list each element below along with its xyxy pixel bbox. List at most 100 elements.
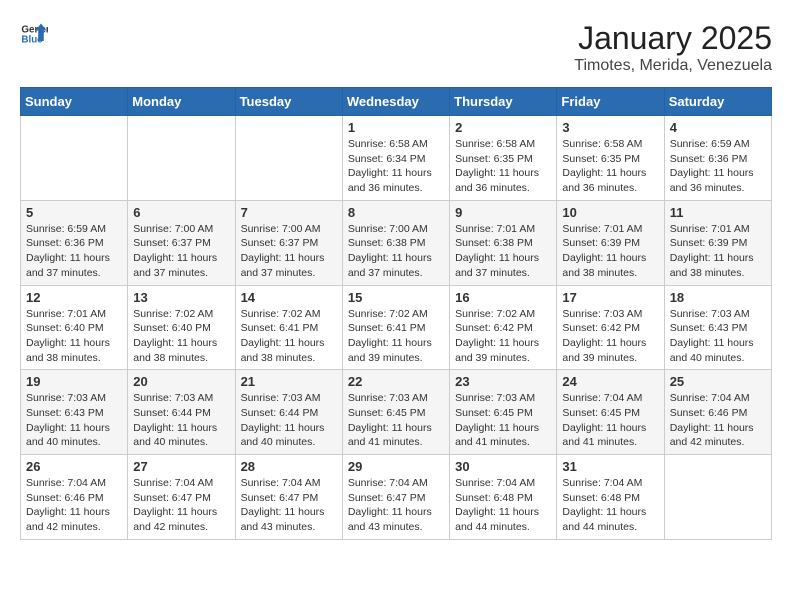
calendar-week-row: 19 Sunrise: 7:03 AMSunset: 6:43 PMDayligh… xyxy=(21,370,772,455)
day-info: Sunrise: 7:04 AMSunset: 6:48 PMDaylight:… xyxy=(562,476,658,535)
calendar-cell xyxy=(235,116,342,201)
day-info: Sunrise: 7:04 AMSunset: 6:46 PMDaylight:… xyxy=(26,476,122,535)
calendar-cell: 16Sunrise: 7:02 AMSunset: 6:42 PMDayligh… xyxy=(450,285,557,370)
day-info: Sunrise: 7:02 AMSunset: 6:41 PMDaylight:… xyxy=(241,307,337,366)
calendar-week-row: 26 Sunrise: 7:04 AMSunset: 6:46 PMDayligh… xyxy=(21,455,772,540)
day-info: Sunrise: 7:04 AMSunset: 6:48 PMDaylight:… xyxy=(455,476,551,535)
weekday-header: Saturday xyxy=(664,88,771,116)
day-number: 4 xyxy=(670,120,766,135)
day-info: Sunrise: 7:02 AMSunset: 6:42 PMDaylight:… xyxy=(455,307,551,366)
calendar-cell: 10 Sunrise: 7:01 AMSunset: 6:39 PMDayligh… xyxy=(557,200,664,285)
day-number: 19 xyxy=(26,374,122,389)
day-info: Sunrise: 7:03 AMSunset: 6:43 PMDaylight:… xyxy=(670,307,766,366)
calendar-cell: 27Sunrise: 7:04 AMSunset: 6:47 PMDayligh… xyxy=(128,455,235,540)
day-number: 1 xyxy=(348,120,444,135)
calendar-week-row: 5 Sunrise: 6:59 AMSunset: 6:36 PMDaylight… xyxy=(21,200,772,285)
calendar-cell: 20 Sunrise: 7:03 AMSunset: 6:44 PMDayligh… xyxy=(128,370,235,455)
calendar-cell: 13Sunrise: 7:02 AMSunset: 6:40 PMDayligh… xyxy=(128,285,235,370)
day-number: 11 xyxy=(670,205,766,220)
day-info: Sunrise: 7:04 AMSunset: 6:46 PMDaylight:… xyxy=(670,391,766,450)
day-info: Sunrise: 6:59 AMSunset: 6:36 PMDaylight:… xyxy=(26,222,122,281)
calendar-cell xyxy=(21,116,128,201)
day-number: 14 xyxy=(241,290,337,305)
calendar-cell: 6 Sunrise: 7:00 AMSunset: 6:37 PMDaylight… xyxy=(128,200,235,285)
day-info: Sunrise: 7:01 AMSunset: 6:39 PMDaylight:… xyxy=(670,222,766,281)
day-number: 29 xyxy=(348,459,444,474)
calendar-cell: 2 Sunrise: 6:58 AMSunset: 6:35 PMDaylight… xyxy=(450,116,557,201)
calendar-table: SundayMondayTuesdayWednesdayThursdayFrid… xyxy=(20,87,772,540)
calendar-cell: 31Sunrise: 7:04 AMSunset: 6:48 PMDayligh… xyxy=(557,455,664,540)
day-number: 15 xyxy=(348,290,444,305)
calendar-cell: 23 Sunrise: 7:03 AMSunset: 6:45 PMDayligh… xyxy=(450,370,557,455)
calendar-week-row: 1Sunrise: 6:58 AMSunset: 6:34 PMDaylight… xyxy=(21,116,772,201)
day-info: Sunrise: 7:04 AMSunset: 6:47 PMDaylight:… xyxy=(348,476,444,535)
day-number: 26 xyxy=(26,459,122,474)
calendar-cell: 12Sunrise: 7:01 AMSunset: 6:40 PMDayligh… xyxy=(21,285,128,370)
page-header: General Blue January 2025 Timotes, Merid… xyxy=(20,20,772,75)
day-info: Sunrise: 7:01 AMSunset: 6:39 PMDaylight:… xyxy=(562,222,658,281)
day-number: 30 xyxy=(455,459,551,474)
day-number: 27 xyxy=(133,459,229,474)
day-info: Sunrise: 6:58 AMSunset: 6:35 PMDaylight:… xyxy=(562,137,658,196)
day-info: Sunrise: 7:03 AMSunset: 6:45 PMDaylight:… xyxy=(455,391,551,450)
day-number: 6 xyxy=(133,205,229,220)
calendar-cell: 17 Sunrise: 7:03 AMSunset: 6:42 PMDayligh… xyxy=(557,285,664,370)
day-info: Sunrise: 7:01 AMSunset: 6:38 PMDaylight:… xyxy=(455,222,551,281)
calendar-header-row: SundayMondayTuesdayWednesdayThursdayFrid… xyxy=(21,88,772,116)
calendar-cell: 21 Sunrise: 7:03 AMSunset: 6:44 PMDayligh… xyxy=(235,370,342,455)
month-title: January 2025 xyxy=(574,20,772,57)
day-number: 17 xyxy=(562,290,658,305)
day-info: Sunrise: 7:03 AMSunset: 6:42 PMDaylight:… xyxy=(562,307,658,366)
calendar-cell: 22 Sunrise: 7:03 AMSunset: 6:45 PMDayligh… xyxy=(342,370,449,455)
day-info: Sunrise: 7:00 AMSunset: 6:37 PMDaylight:… xyxy=(133,222,229,281)
day-number: 21 xyxy=(241,374,337,389)
day-info: Sunrise: 7:03 AMSunset: 6:45 PMDaylight:… xyxy=(348,391,444,450)
calendar-cell: 29 Sunrise: 7:04 AMSunset: 6:47 PMDayligh… xyxy=(342,455,449,540)
calendar-cell: 4 Sunrise: 6:59 AMSunset: 6:36 PMDaylight… xyxy=(664,116,771,201)
calendar-cell: 7Sunrise: 7:00 AMSunset: 6:37 PMDaylight… xyxy=(235,200,342,285)
weekday-header: Thursday xyxy=(450,88,557,116)
day-number: 9 xyxy=(455,205,551,220)
day-number: 5 xyxy=(26,205,122,220)
calendar-cell: 24Sunrise: 7:04 AMSunset: 6:45 PMDayligh… xyxy=(557,370,664,455)
calendar-cell: 1Sunrise: 6:58 AMSunset: 6:34 PMDaylight… xyxy=(342,116,449,201)
day-number: 10 xyxy=(562,205,658,220)
day-info: Sunrise: 7:03 AMSunset: 6:44 PMDaylight:… xyxy=(133,391,229,450)
calendar-cell: 28 Sunrise: 7:04 AMSunset: 6:47 PMDayligh… xyxy=(235,455,342,540)
location-title: Timotes, Merida, Venezuela xyxy=(574,57,772,75)
day-info: Sunrise: 7:03 AMSunset: 6:44 PMDaylight:… xyxy=(241,391,337,450)
calendar-cell: 18 Sunrise: 7:03 AMSunset: 6:43 PMDayligh… xyxy=(664,285,771,370)
day-info: Sunrise: 6:59 AMSunset: 6:36 PMDaylight:… xyxy=(670,137,766,196)
day-number: 25 xyxy=(670,374,766,389)
day-number: 3 xyxy=(562,120,658,135)
calendar-cell xyxy=(664,455,771,540)
day-info: Sunrise: 6:58 AMSunset: 6:35 PMDaylight:… xyxy=(455,137,551,196)
day-number: 20 xyxy=(133,374,229,389)
day-info: Sunrise: 7:04 AMSunset: 6:45 PMDaylight:… xyxy=(562,391,658,450)
day-info: Sunrise: 7:04 AMSunset: 6:47 PMDaylight:… xyxy=(241,476,337,535)
calendar-cell: 8Sunrise: 7:00 AMSunset: 6:38 PMDaylight… xyxy=(342,200,449,285)
day-info: Sunrise: 7:02 AMSunset: 6:41 PMDaylight:… xyxy=(348,307,444,366)
day-info: Sunrise: 7:02 AMSunset: 6:40 PMDaylight:… xyxy=(133,307,229,366)
calendar-cell: 14 Sunrise: 7:02 AMSunset: 6:41 PMDayligh… xyxy=(235,285,342,370)
day-number: 28 xyxy=(241,459,337,474)
calendar-cell: 11 Sunrise: 7:01 AMSunset: 6:39 PMDayligh… xyxy=(664,200,771,285)
calendar-cell: 9 Sunrise: 7:01 AMSunset: 6:38 PMDaylight… xyxy=(450,200,557,285)
calendar-cell: 19 Sunrise: 7:03 AMSunset: 6:43 PMDayligh… xyxy=(21,370,128,455)
day-number: 22 xyxy=(348,374,444,389)
day-info: Sunrise: 7:03 AMSunset: 6:43 PMDaylight:… xyxy=(26,391,122,450)
day-number: 8 xyxy=(348,205,444,220)
logo: General Blue xyxy=(20,20,48,48)
logo-icon: General Blue xyxy=(20,20,48,48)
weekday-header: Friday xyxy=(557,88,664,116)
calendar-cell xyxy=(128,116,235,201)
day-number: 18 xyxy=(670,290,766,305)
calendar-cell: 15 Sunrise: 7:02 AMSunset: 6:41 PMDayligh… xyxy=(342,285,449,370)
weekday-header: Sunday xyxy=(21,88,128,116)
weekday-header: Monday xyxy=(128,88,235,116)
day-number: 2 xyxy=(455,120,551,135)
calendar-cell: 3 Sunrise: 6:58 AMSunset: 6:35 PMDaylight… xyxy=(557,116,664,201)
day-info: Sunrise: 7:01 AMSunset: 6:40 PMDaylight:… xyxy=(26,307,122,366)
day-number: 7 xyxy=(241,205,337,220)
day-number: 23 xyxy=(455,374,551,389)
